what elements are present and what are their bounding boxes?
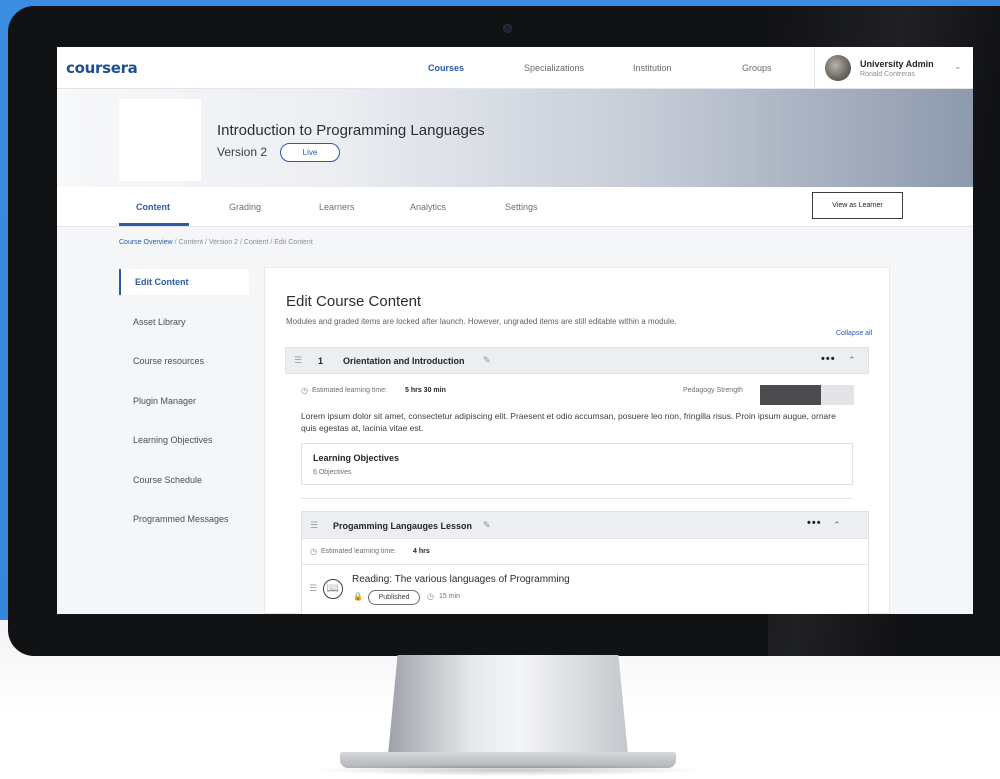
- user-role: University Admin: [860, 59, 934, 69]
- breadcrumb-course-overview[interactable]: Course Overview: [119, 239, 173, 246]
- clock-icon: ◷: [427, 592, 434, 601]
- pencil-icon[interactable]: ✎: [483, 355, 491, 366]
- breadcrumb-trail: / Content / Version 2 / Content / Edit C…: [172, 239, 313, 246]
- drag-handle-icon[interactable]: ☰: [310, 520, 318, 531]
- module-header[interactable]: ☰ 1 Orientation and Introduction ✎ ••• ⌃: [285, 347, 869, 374]
- chevron-down-icon[interactable]: ⌄: [954, 61, 962, 72]
- divider: [301, 498, 853, 499]
- nav-courses[interactable]: Courses: [428, 63, 464, 73]
- tab-settings[interactable]: Settings: [505, 202, 538, 212]
- top-navigation: coursera Courses Specializations Institu…: [57, 47, 973, 89]
- page-title: Edit Course Content: [286, 293, 422, 310]
- sidebar-item-course-schedule[interactable]: Course Schedule: [119, 467, 249, 493]
- tab-learners[interactable]: Learners: [319, 202, 355, 212]
- stand-shadow: [310, 764, 706, 776]
- breadcrumb: Course Overview / Content / Version 2 / …: [119, 239, 313, 246]
- pencil-icon[interactable]: ✎: [483, 520, 491, 531]
- tab-content[interactable]: Content: [136, 202, 170, 212]
- user-menu[interactable]: University Admin Ronald Contreras ⌄: [814, 47, 973, 89]
- caret-up-icon[interactable]: ⌃: [848, 355, 856, 366]
- reading-item-title[interactable]: Reading: The various languages of Progra…: [352, 574, 570, 585]
- divider: [302, 564, 868, 565]
- sidebar-item-course-resources[interactable]: Course resources: [119, 348, 249, 374]
- book-icon: 📖: [323, 579, 343, 599]
- status-badge: Published: [368, 590, 420, 605]
- nav-institution[interactable]: Institution: [633, 63, 672, 73]
- lock-icon: 🔒: [353, 592, 363, 601]
- more-dots-icon[interactable]: •••: [807, 517, 822, 529]
- learning-objectives-card[interactable]: Learning Objectives 6 Objectives: [301, 443, 853, 485]
- clock-icon: ◷: [301, 386, 308, 395]
- lesson-estimated-time-value: 4 hrs: [413, 548, 430, 555]
- sidebar-item-asset-library[interactable]: Asset Library: [119, 309, 249, 335]
- sidebar-item-programmed-messages[interactable]: Programmed Messages: [119, 506, 249, 532]
- user-name: Ronald Contreras: [860, 71, 915, 78]
- lesson-header[interactable]: ☰ Progamming Langauges Lesson ✎ ••• ⌃: [302, 512, 868, 539]
- caret-up-icon[interactable]: ⌃: [833, 520, 841, 531]
- lesson-estimated-time-label: Estimated learning time:: [321, 548, 397, 555]
- module-name: Orientation and Introduction: [343, 356, 465, 366]
- camera-icon: [503, 24, 512, 33]
- module-description: Lorem ipsum dolor sit amet, consectetur …: [301, 411, 836, 433]
- lesson-card: ☰ Progamming Langauges Lesson ✎ ••• ⌃ ◷ …: [301, 511, 869, 614]
- sidebar-item-plugin-manager[interactable]: Plugin Manager: [119, 388, 249, 414]
- monitor-stand: [388, 655, 628, 755]
- pedagogy-strength-label: Pedagogy Strength: [683, 387, 743, 394]
- page-subtitle: Modules and graded items are locked afte…: [286, 317, 677, 326]
- avatar: [825, 55, 851, 81]
- status-badge: Live: [280, 143, 340, 162]
- sidebar-item-learning-objectives[interactable]: Learning Objectives: [119, 427, 249, 453]
- pedagogy-strength-bar: [760, 385, 854, 405]
- sidebar-item-edit-content[interactable]: Edit Content: [119, 269, 249, 295]
- tab-analytics[interactable]: Analytics: [410, 202, 446, 212]
- tab-grading[interactable]: Grading: [229, 202, 261, 212]
- lesson-name: Progamming Langauges Lesson: [333, 521, 473, 531]
- nav-groups[interactable]: Groups: [742, 63, 772, 73]
- learning-objectives-count: 6 Objectives: [313, 469, 352, 476]
- drag-handle-icon[interactable]: ☰: [309, 583, 317, 594]
- pedagogy-strength-fill: [760, 385, 822, 405]
- course-version: Version 2: [217, 145, 268, 159]
- active-tab-indicator: [119, 223, 189, 226]
- collapse-all-link[interactable]: Collapse all: [836, 330, 872, 337]
- drag-handle-icon[interactable]: ☰: [294, 355, 302, 366]
- module-number: 1: [318, 356, 324, 366]
- course-title: Introduction to Programming Languages: [217, 122, 485, 139]
- course-tabs: Content Grading Learners Analytics Setti…: [57, 187, 973, 227]
- course-hero: Introduction to Programming Languages Ve…: [57, 89, 973, 187]
- clock-icon: ◷: [310, 547, 317, 556]
- nav-specializations[interactable]: Specializations: [524, 63, 584, 73]
- coursera-logo[interactable]: coursera: [66, 59, 138, 77]
- reading-item-duration: 15 min: [439, 593, 461, 600]
- course-thumbnail: [119, 99, 201, 181]
- more-dots-icon[interactable]: •••: [821, 353, 836, 365]
- estimated-time-label: Estimated learning time:: [312, 387, 388, 394]
- view-as-learner-button[interactable]: View as Learner: [812, 192, 903, 219]
- edit-content-panel: Edit Course Content Modules and graded i…: [264, 267, 890, 614]
- estimated-time-value: 5 hrs 30 min: [405, 387, 446, 394]
- learning-objectives-title: Learning Objectives: [313, 453, 400, 463]
- screen: coursera Courses Specializations Institu…: [57, 47, 973, 614]
